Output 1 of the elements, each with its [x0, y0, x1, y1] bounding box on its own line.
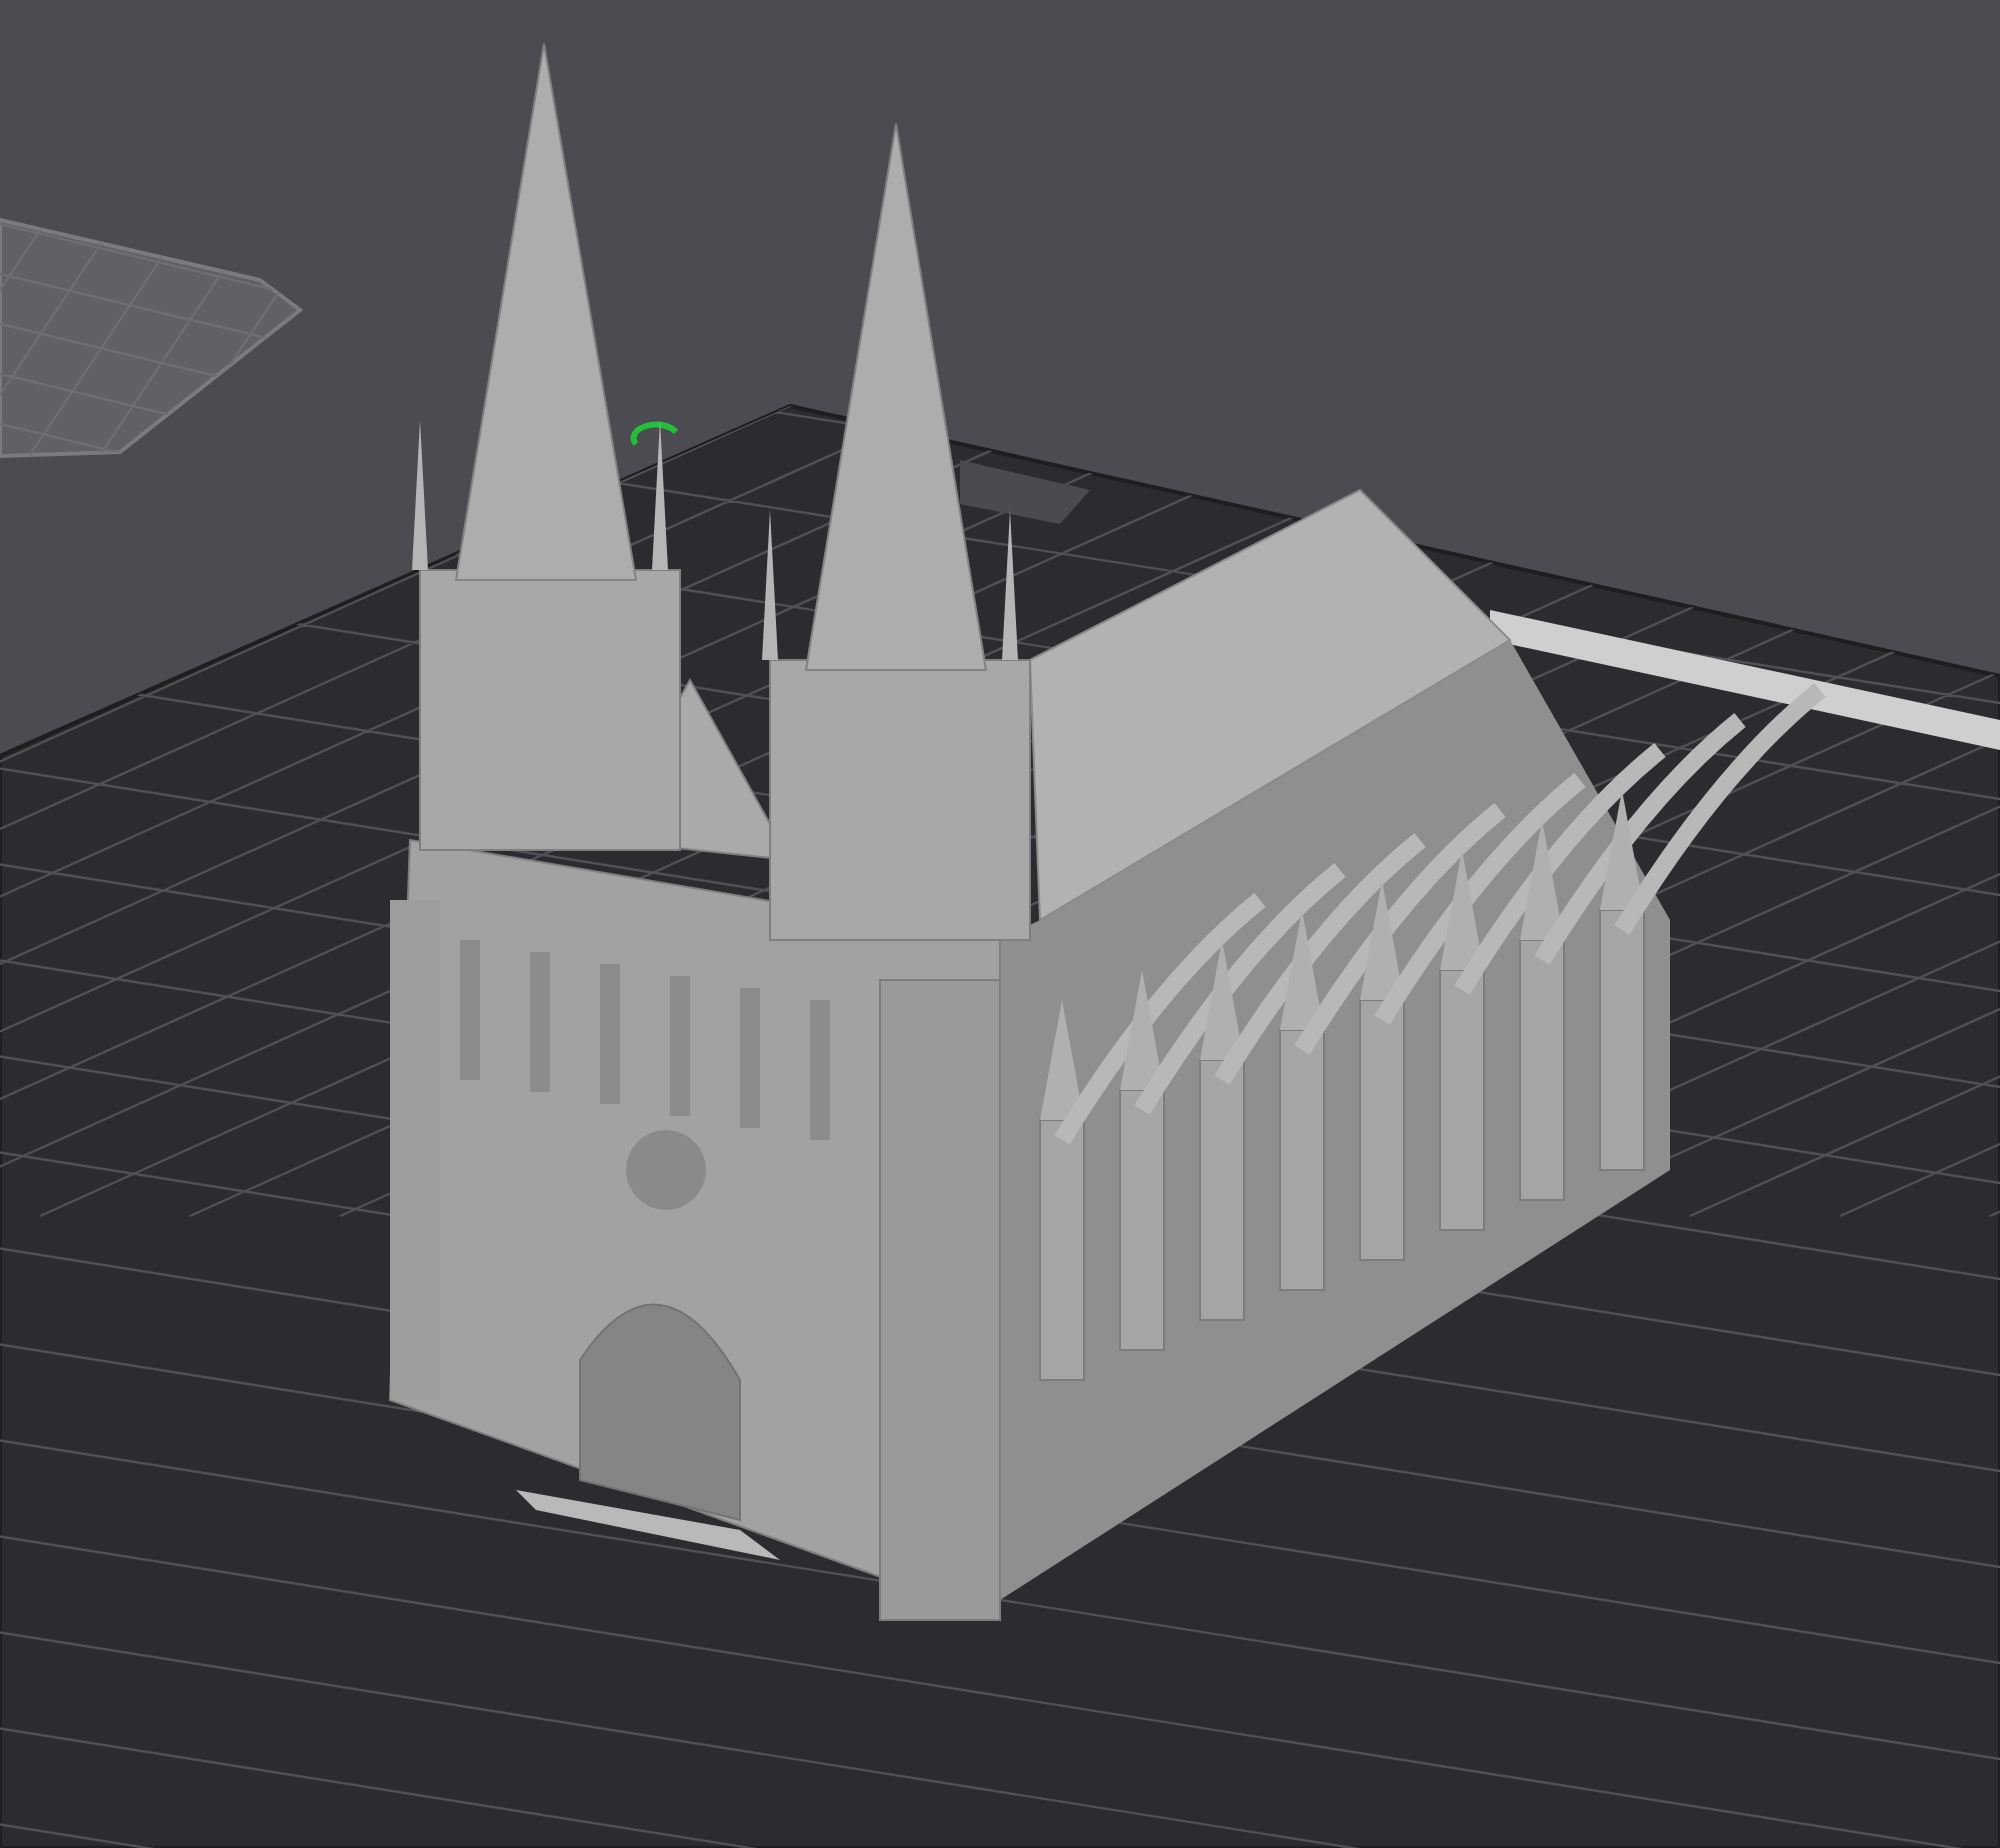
origin-marker-icon [630, 421, 679, 446]
